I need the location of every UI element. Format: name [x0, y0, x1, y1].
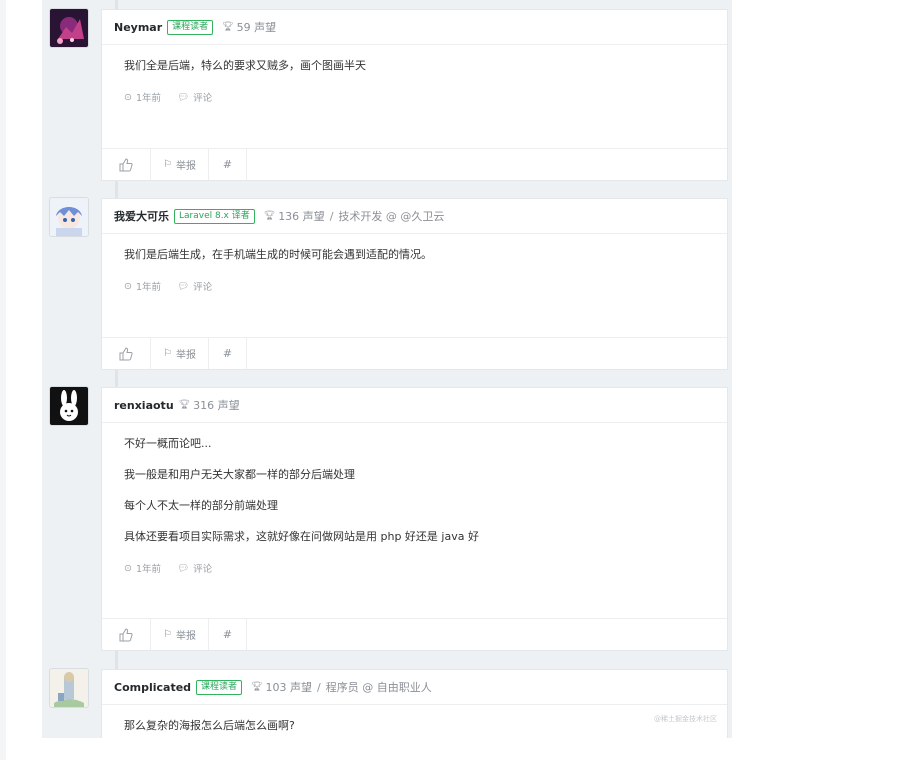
job-title: 程序员 @ 自由职业人 [325, 681, 432, 694]
comment-meta: ⊙ 1年前 💬︎ 评论 [124, 561, 705, 576]
avatar-image [50, 198, 88, 236]
reputation: 136 声望 [278, 210, 325, 223]
comment-card: renxiaotu 🏆︎ 316 声望 不好一概而论吧... 我一般是和用户无关… [101, 387, 728, 651]
comment-bubble-icon: 💬︎ [177, 562, 190, 574]
report-button[interactable]: ⚐ 举报 [151, 619, 209, 650]
comment-thread: Neymar 课程读者 🏆︎ 59 声望 我们全是后端，特么的要求又贼多，画个图… [42, 0, 732, 738]
comment-text: 那么复杂的海报怎么后端怎么画啊? [124, 719, 295, 732]
comment-time[interactable]: 1年前 [136, 279, 161, 293]
avatar-image [50, 669, 88, 707]
username-link[interactable]: Complicated [114, 681, 191, 694]
translator-badge[interactable]: Laravel 8.x 译者 [174, 208, 255, 224]
avatar[interactable] [50, 387, 88, 425]
comment-header: renxiaotu 🏆︎ 316 声望 [102, 388, 727, 423]
page-left-edge [0, 0, 6, 760]
report-label: 举报 [175, 631, 196, 642]
avatar-image [50, 387, 88, 425]
clock-icon: ⊙ [124, 280, 132, 292]
thumbs-up-icon [119, 157, 133, 171]
comment-body: 那么复杂的海报怎么后端怎么画啊? [102, 705, 727, 733]
comment-card: Neymar 课程读者 🏆︎ 59 声望 我们全是后端，特么的要求又贼多，画个图… [101, 9, 728, 181]
clock-icon: ⊙ [124, 562, 132, 574]
comment-body: 我们全是后端，特么的要求又贼多，画个图画半天 ⊙ 1年前 💬︎ 评论 [102, 45, 727, 104]
comment-text: 不好一概而论吧... [124, 437, 212, 450]
permalink-button[interactable]: # [209, 619, 247, 650]
username-link[interactable]: 我爱大可乐 [114, 208, 169, 224]
reader-badge[interactable]: 课程读者 [167, 19, 214, 35]
job-title: 技术开发 @ @久卫云 [338, 210, 445, 223]
comment-body: 不好一概而论吧... 我一般是和用户无关大家都一样的部分后端处理 每个人不太一样… [102, 423, 727, 575]
comment-header: Neymar 课程读者 🏆︎ 59 声望 [102, 10, 727, 45]
reputation: 59 声望 [236, 21, 277, 34]
comment-bubble-icon: 💬︎ [177, 91, 190, 103]
trophy-icon: 🏆︎ [251, 682, 263, 692]
comment-text: 我们全是后端，特么的要求又贼多，画个图画半天 [124, 59, 366, 72]
thumbs-up-icon [119, 346, 133, 360]
comment-text: 我一般是和用户无关大家都一样的部分后端处理 [124, 468, 355, 481]
comment-header: 我爱大可乐 Laravel 8.x 译者 🏆︎ 136 声望 / 技术开发 @ … [102, 199, 727, 234]
comment-footer: ⚐ 举报 # [102, 337, 727, 369]
reader-badge[interactable]: 课程读者 [196, 679, 243, 695]
avatar[interactable] [50, 669, 88, 707]
comment-text: 具体还要看项目实际需求，这就好像在问做网站是用 php 好还是 java 好 [124, 530, 479, 543]
clock-icon: ⊙ [124, 91, 132, 103]
permalink-button[interactable]: # [209, 338, 247, 369]
avatar-image [50, 9, 88, 47]
comment-time[interactable]: 1年前 [136, 90, 161, 104]
avatar[interactable] [50, 198, 88, 236]
username-link[interactable]: renxiaotu [114, 399, 174, 412]
comment-text: 我们是后端生成，在手机端生成的时候可能会遇到适配的情况。 [124, 248, 432, 261]
comment-body: 我们是后端生成，在手机端生成的时候可能会遇到适配的情况。 ⊙ 1年前 💬︎ 评论 [102, 234, 727, 293]
flag-icon: ⚐ [163, 348, 172, 359]
report-label: 举报 [175, 350, 196, 361]
comment-meta: ⊙ 1年前 💬︎ 评论 [124, 279, 705, 294]
comment-header: Complicated 课程读者 🏆︎ 103 声望 / 程序员 @ 自由职业人 [102, 670, 727, 705]
permalink-button[interactable]: # [209, 149, 247, 180]
flag-icon: ⚐ [163, 629, 172, 640]
comment-bubble-icon: 💬︎ [177, 280, 190, 292]
like-button[interactable] [102, 619, 151, 650]
report-label: 举报 [175, 161, 196, 172]
separator: / [317, 680, 321, 694]
comment-footer: ⚐ 举报 # [102, 618, 727, 650]
comment-footer: ⚐ 举报 # [102, 148, 727, 180]
reputation: 316 声望 [193, 399, 240, 412]
trophy-icon: 🏆︎ [263, 211, 276, 221]
comment-time[interactable]: 1年前 [136, 561, 161, 575]
report-button[interactable]: ⚐ 举报 [151, 149, 209, 180]
flag-icon: ⚐ [163, 159, 172, 170]
avatar[interactable] [50, 9, 88, 47]
like-button[interactable] [102, 338, 151, 369]
reply-link[interactable]: 评论 [193, 90, 212, 104]
username-link[interactable]: Neymar [114, 21, 162, 34]
comment-meta: ⊙ 1年前 💬︎ 评论 [124, 90, 705, 105]
reputation: 103 声望 [265, 681, 313, 694]
reply-link[interactable]: 评论 [193, 561, 212, 575]
thumbs-up-icon [119, 627, 133, 641]
watermark: @稀土掘金技术社区 [654, 715, 717, 723]
comment-card: 我爱大可乐 Laravel 8.x 译者 🏆︎ 136 声望 / 技术开发 @ … [101, 198, 728, 370]
comment-card: Complicated 课程读者 🏆︎ 103 声望 / 程序员 @ 自由职业人… [101, 669, 728, 738]
reply-link[interactable]: 评论 [193, 279, 212, 293]
like-button[interactable] [102, 149, 151, 180]
separator: / [329, 209, 334, 223]
trophy-icon: 🏆︎ [178, 400, 191, 410]
report-button[interactable]: ⚐ 举报 [151, 338, 209, 369]
comment-text: 每个人不太一样的部分前端处理 [124, 499, 278, 512]
trophy-icon: 🏆︎ [222, 22, 234, 32]
